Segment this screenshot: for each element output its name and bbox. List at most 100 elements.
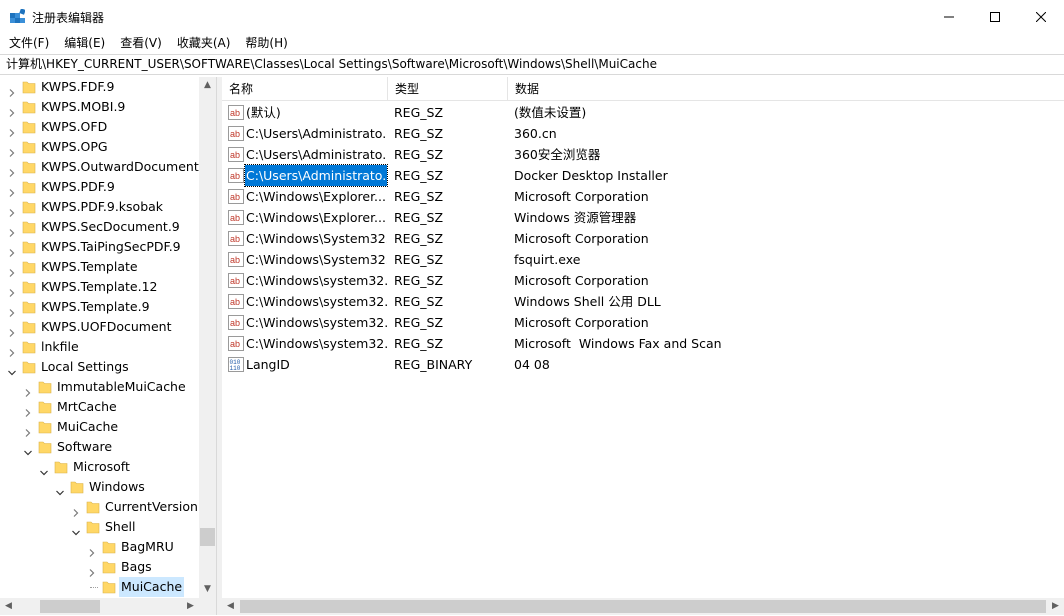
tree-item[interactable]: KWPS.FDF.9 [0, 77, 199, 97]
tree-item[interactable]: MrtCache [0, 397, 199, 417]
tree-item[interactable]: KWPS.MOBI.9 [0, 97, 199, 117]
key-tree[interactable]: KWPS.FDF.9 KWPS.MOBI.9 KWPS.OFD KWPS.OPG KWP… [0, 77, 216, 598]
string-value-icon: ab [228, 273, 244, 288]
chevron-down-icon[interactable] [8, 363, 16, 376]
table-row[interactable]: ab C:\Windows\Explorer.... REG_SZ Microsoft… [222, 186, 1064, 207]
close-button[interactable] [1018, 0, 1064, 33]
chevron-right-icon[interactable] [8, 283, 16, 297]
tree-item-label: KWPS.FDF.9 [41, 79, 115, 94]
tree-scroll-right-icon[interactable]: ▶ [182, 598, 199, 615]
string-value-icon: ab [228, 315, 244, 330]
list-scroll-right-icon[interactable]: ▶ [1047, 598, 1064, 615]
tree-item[interactable]: KWPS.TaiPingSecPDF.9 [0, 237, 199, 257]
chevron-down-icon[interactable] [72, 523, 80, 536]
tree-item-label: Windows [89, 479, 145, 494]
address-bar[interactable]: 计算机\HKEY_CURRENT_USER\SOFTWARE\Classes\L… [0, 54, 1064, 75]
chevron-right-icon[interactable] [8, 143, 16, 157]
tree-item[interactable]: KWPS.Template.9 [0, 297, 199, 317]
tree-item[interactable]: Local Settings [0, 357, 199, 377]
table-row[interactable]: ab C:\Users\Administrato... REG_SZ Docker D… [222, 164, 1064, 187]
tree-item[interactable]: BagMRU [0, 537, 199, 557]
chevron-right-icon[interactable] [8, 303, 16, 317]
column-header-name[interactable]: 名称 [222, 77, 388, 101]
chevron-right-icon[interactable] [8, 203, 16, 217]
folder-icon [22, 220, 36, 234]
tree-item[interactable]: KWPS.PDF.9 [0, 177, 199, 197]
tree-horizontal-scroll-thumb[interactable] [40, 600, 100, 613]
table-row[interactable]: ab C:\Windows\system32... REG_SZ Microsoft … [222, 312, 1064, 333]
svg-text:ab: ab [230, 234, 240, 244]
chevron-right-icon[interactable] [88, 543, 96, 557]
chevron-right-icon[interactable] [24, 403, 32, 417]
tree-item[interactable]: CurrentVersion [0, 497, 199, 517]
menu-file[interactable]: 文件(F) [0, 33, 56, 53]
maximize-button[interactable] [972, 0, 1018, 33]
tree-item[interactable]: KWPS.Template.12 [0, 277, 199, 297]
tree-item[interactable]: Software [0, 437, 199, 457]
tree-item[interactable]: ImmutableMuiCache [0, 377, 199, 397]
tree-item[interactable]: KWPS.OFD [0, 117, 199, 137]
chevron-right-icon[interactable] [8, 163, 16, 177]
tree-scroll-left-icon[interactable]: ◀ [0, 598, 17, 615]
minimize-button[interactable] [926, 0, 972, 33]
tree-item[interactable]: KWPS.OutwardDocument.9 [0, 157, 211, 177]
table-row[interactable]: ab C:\Windows\System32... REG_SZ fsquirt.ex… [222, 249, 1064, 270]
menu-view[interactable]: 查看(V) [112, 33, 169, 53]
tree-item[interactable]: Shell [0, 517, 199, 537]
chevron-right-icon[interactable] [8, 223, 16, 237]
chevron-right-icon[interactable] [72, 503, 80, 517]
chevron-right-icon[interactable] [8, 103, 16, 117]
title-bar[interactable]: 注册表编辑器 [0, 0, 1064, 33]
list-scroll-left-icon[interactable]: ◀ [222, 598, 239, 615]
column-header-data[interactable]: 数据 [508, 77, 828, 101]
tree-item[interactable]: Bags [0, 557, 199, 577]
tree-item[interactable]: lnkfile [0, 337, 199, 357]
list-header: 名称 类型 数据 [222, 77, 1064, 101]
tree-item[interactable]: KWPS.UOFDocument [0, 317, 199, 337]
table-row[interactable]: ab C:\Windows\system32... REG_SZ Microsoft … [222, 270, 1064, 291]
tree-item[interactable]: KWPS.Template [0, 257, 199, 277]
menu-help[interactable]: 帮助(H) [237, 33, 294, 53]
tree-item[interactable]: KWPS.SecDocument.9 [0, 217, 199, 237]
tree-vertical-scroll-thumb[interactable] [200, 528, 215, 546]
chevron-right-icon[interactable] [8, 343, 16, 357]
chevron-right-icon[interactable] [8, 323, 16, 337]
value-list[interactable]: 名称 类型 数据 ab (默认) REG_SZ (数值未设置) ab C:\Users\A… [222, 77, 1064, 598]
value-name: C:\Windows\system32... [246, 273, 387, 288]
tree-scroll-down-icon[interactable]: ▼ [199, 581, 216, 598]
table-row[interactable]: ab (默认) REG_SZ (数值未设置) [222, 102, 1064, 123]
chevron-right-icon[interactable] [8, 83, 16, 97]
chevron-right-icon[interactable] [24, 423, 32, 437]
tree-item[interactable]: Windows [0, 477, 199, 497]
table-row[interactable]: ab C:\Windows\System32... REG_SZ Microsoft … [222, 228, 1064, 249]
chevron-right-icon[interactable] [8, 263, 16, 277]
tree-item[interactable]: Microsoft [0, 457, 199, 477]
table-row[interactable]: ab C:\Users\Administrato... REG_SZ 360安全浏览器 [222, 144, 1064, 165]
tree-item[interactable]: MuiCache [0, 417, 199, 437]
table-row[interactable]: ab C:\Windows\Explorer.... REG_SZ Windows 资… [222, 207, 1064, 228]
menu-edit[interactable]: 编辑(E) [56, 33, 112, 53]
menu-favorites[interactable]: 收藏夹(A) [169, 33, 238, 53]
tree-scroll-up-icon[interactable]: ▲ [199, 77, 216, 94]
folder-icon [22, 180, 36, 194]
chevron-right-icon[interactable] [24, 383, 32, 397]
chevron-right-icon[interactable] [8, 243, 16, 257]
table-row[interactable]: 010 110 LangID REG_BINARY 04 08 [222, 354, 1064, 375]
tree-item[interactable]: KWPS.PDF.9.ksobak [0, 197, 199, 217]
chevron-right-icon[interactable] [8, 123, 16, 137]
tree-item[interactable]: KWPS.OPG [0, 137, 199, 157]
tree-item[interactable]: MuiCache [0, 577, 199, 597]
table-row[interactable]: ab C:\Windows\system32... REG_SZ Microsoft … [222, 333, 1064, 354]
table-row[interactable]: ab C:\Users\Administrato... REG_SZ 360.cn [222, 123, 1064, 144]
chevron-right-icon[interactable] [88, 563, 96, 577]
list-horizontal-scroll-thumb[interactable] [240, 600, 1046, 613]
chevron-down-icon[interactable] [24, 443, 32, 456]
chevron-down-icon[interactable] [56, 483, 64, 496]
value-name: C:\Users\Administrato... [246, 147, 387, 162]
chevron-right-icon[interactable] [8, 183, 16, 197]
chevron-down-icon[interactable] [40, 463, 48, 476]
tree-vertical-scrollbar[interactable] [199, 77, 216, 598]
table-row[interactable]: ab C:\Windows\system32... REG_SZ Windows Sh… [222, 291, 1064, 312]
column-header-type[interactable]: 类型 [388, 77, 508, 101]
value-name: C:\Windows\system32... [246, 315, 387, 330]
